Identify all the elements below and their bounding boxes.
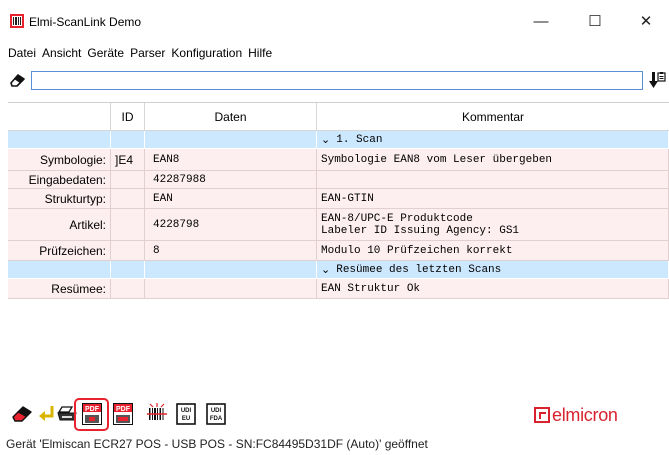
row-label: Strukturtyp: (8, 189, 111, 209)
section-title: 1. Scan (336, 133, 383, 146)
scan-input[interactable] (31, 71, 643, 90)
column-header-label[interactable] (8, 103, 111, 131)
row-id (111, 241, 145, 261)
results-table[interactable]: ID Daten Kommentar ⌄ 1. Scan Symbologie: … (8, 102, 669, 390)
chevron-down-icon[interactable]: ⌄ (321, 263, 330, 276)
row-data (145, 131, 317, 149)
menu-konfiguration[interactable]: Konfiguration (171, 46, 242, 60)
row-id (111, 261, 145, 279)
svg-text:UDI: UDI (181, 408, 192, 414)
row-data: 42287988 (145, 171, 317, 189)
menu-parser[interactable]: Parser (130, 46, 165, 60)
row-comment: EAN-GTIN (317, 189, 669, 209)
row-comment: ⌄ 1. Scan (317, 131, 669, 149)
column-header-kommentar[interactable]: Kommentar (317, 103, 669, 131)
pdf-print-icon[interactable]: PDF (113, 403, 133, 425)
row-id: ]E4 (111, 149, 145, 171)
bottom-toolbar: PDF PDF UDI EU UDI FDA elmicron (0, 398, 669, 432)
menu-hilfe[interactable]: Hilfe (248, 46, 272, 60)
maximize-button[interactable]: ☐ (572, 6, 618, 36)
minimize-button[interactable]: — (518, 6, 564, 36)
udi-fda-icon[interactable]: UDI FDA (206, 403, 226, 425)
row-label: Resümee: (8, 279, 111, 299)
title-bar: Elmi-ScanLink Demo — ☐ ✕ (0, 0, 669, 42)
svg-text:FDA: FDA (210, 416, 223, 422)
row-id (111, 279, 145, 299)
svg-text:EU: EU (182, 416, 190, 422)
eraser-icon[interactable] (10, 74, 25, 87)
row-label: Eingabedaten: (8, 171, 111, 189)
row-data: 4228798 (145, 209, 317, 241)
input-bar (0, 68, 669, 94)
pdf-label: PDF (116, 406, 131, 413)
download-to-clipboard-icon[interactable] (648, 71, 666, 90)
row-data (145, 279, 317, 299)
row-label: Prüfzeichen: (8, 241, 111, 261)
row-label: Artikel: (8, 209, 111, 241)
table-row-resuemee[interactable]: Resümee: EAN Struktur Ok (8, 279, 669, 299)
barcode-scan-icon[interactable] (147, 403, 167, 425)
app-scan-icon (10, 14, 24, 28)
row-data: EAN8 (145, 149, 317, 171)
row-label (8, 131, 111, 149)
row-id (111, 209, 145, 241)
section-title: Resümee des letzten Scans (336, 263, 502, 276)
row-data (145, 261, 317, 279)
row-label: Symbologie: (8, 149, 111, 171)
menu-datei[interactable]: Datei (8, 46, 36, 60)
menu-bar: Datei Ansicht Geräte Parser Konfiguratio… (0, 42, 669, 64)
row-id (111, 131, 145, 149)
table-row-symbologie[interactable]: Symbologie: ]E4 EAN8 Symbologie EAN8 vom… (8, 149, 669, 171)
row-comment: EAN-8/UPC-E Produktcode Labeler ID Issui… (317, 209, 669, 241)
row-comment (317, 171, 669, 189)
row-data: EAN (145, 189, 317, 209)
clear-eraser-icon[interactable] (12, 403, 32, 425)
elmicron-logo-mark-icon (534, 407, 550, 423)
svg-text:UDI: UDI (211, 408, 222, 414)
status-bar: Gerät 'Elmiscan ECR27 POS - USB POS - SN… (0, 432, 669, 455)
return-arrow-icon[interactable] (37, 403, 57, 425)
row-comment: ⌄ Resümee des letzten Scans (317, 261, 669, 279)
row-comment: Symbologie EAN8 vom Leser übergeben (317, 149, 669, 171)
section-row-scan[interactable]: ⌄ 1. Scan (8, 131, 669, 149)
pdf-export-icon[interactable]: PDF (82, 403, 102, 425)
table-row-pruefzeichen[interactable]: Prüfzeichen: 8 Modulo 10 Prüfzeichen kor… (8, 241, 669, 261)
table-row-eingabedaten[interactable]: Eingabedaten: 42287988 (8, 171, 669, 189)
row-data: 8 (145, 241, 317, 261)
window-title: Elmi-ScanLink Demo (29, 15, 142, 29)
close-button[interactable]: ✕ (623, 6, 669, 36)
row-id (111, 189, 145, 209)
status-text: Gerät 'Elmiscan ECR27 POS - USB POS - SN… (6, 436, 428, 451)
column-header-id[interactable]: ID (111, 103, 145, 131)
row-label (8, 261, 111, 279)
row-comment: Modulo 10 Prüfzeichen korrekt (317, 241, 669, 261)
table-row-strukturtyp[interactable]: Strukturtyp: EAN EAN-GTIN (8, 189, 669, 209)
row-id (111, 171, 145, 189)
elmicron-logo: elmicron (534, 405, 618, 425)
menu-geraete[interactable]: Geräte (87, 46, 124, 60)
chevron-down-icon[interactable]: ⌄ (321, 133, 330, 146)
column-header-daten[interactable]: Daten (145, 103, 317, 131)
menu-ansicht[interactable]: Ansicht (42, 46, 81, 60)
section-row-resuemee[interactable]: ⌄ Resümee des letzten Scans (8, 261, 669, 279)
logo-text: elmicron (552, 404, 618, 425)
pdf-label: PDF (85, 406, 100, 413)
udi-eu-icon[interactable]: UDI EU (176, 403, 196, 425)
row-comment: EAN Struktur Ok (317, 279, 669, 299)
table-row-artikel[interactable]: Artikel: 4228798 EAN-8/UPC-E Produktcode… (8, 209, 669, 241)
